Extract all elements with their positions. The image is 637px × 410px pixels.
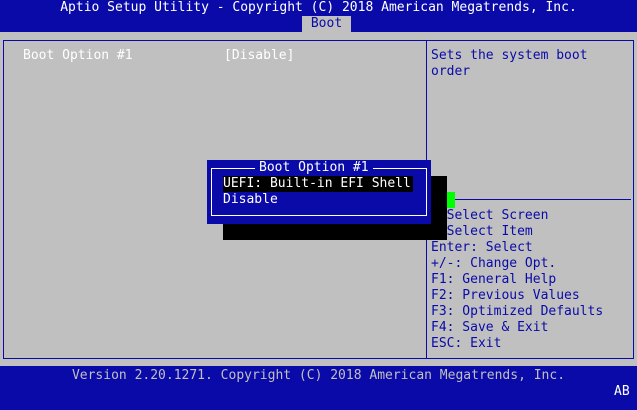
key-hint-f2: F2: Previous Values	[431, 288, 580, 303]
footer-code: AB	[614, 384, 630, 399]
popup-item-disable[interactable]: Disable	[223, 192, 278, 208]
help-divider	[427, 199, 631, 200]
tab-boot[interactable]: Boot	[302, 16, 351, 32]
key-hint-enter: Enter: Select	[431, 240, 533, 255]
popup-item-uefi-shell[interactable]: UEFI: Built-in EFI Shell	[223, 176, 413, 192]
key-hint-esc: ESC: Exit	[431, 336, 502, 351]
help-description: Sets the system boot order	[431, 48, 588, 79]
key-hint-change-opt: +/-: Change Opt.	[431, 256, 557, 271]
footer-version: Version 2.20.1271. Copyright (C) 2018 Am…	[71, 368, 566, 383]
key-hint-select-screen: : Select Screen	[431, 208, 549, 223]
cursor-icon	[447, 192, 455, 208]
key-hint-f1: F1: General Help	[431, 272, 557, 287]
app-title: Aptio Setup Utility - Copyright (C) 2018…	[60, 0, 577, 15]
key-hint-f3: F3: Optimized Defaults	[431, 304, 604, 319]
boot-option-1-label[interactable]: Boot Option #1	[23, 48, 133, 64]
boot-option-1-value[interactable]: [Disable]	[224, 48, 294, 64]
popup-title: Boot Option #1	[255, 160, 373, 176]
key-hint-f4: F4: Save & Exit	[431, 320, 549, 335]
